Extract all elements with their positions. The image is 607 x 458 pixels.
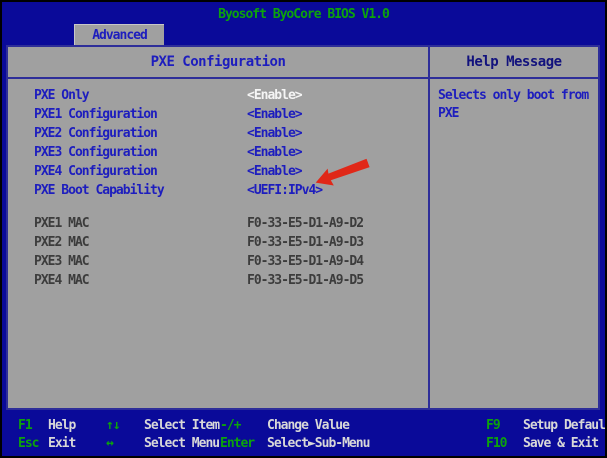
hotkey-label: Help xyxy=(48,418,75,433)
page-title: PXE Configuration xyxy=(8,47,428,79)
option-value[interactable]: <Enable> xyxy=(247,145,302,160)
hotkey-key: ↔ xyxy=(106,435,144,453)
hotkey-key: F10 xyxy=(486,435,523,453)
option-row[interactable]: PXE Only <Enable> xyxy=(8,88,428,107)
mac-row: PXE1 MAC F0-33-E5-D1-A9-D2 xyxy=(8,216,428,235)
option-label: PXE Only xyxy=(34,88,89,103)
option-label: PXE2 Configuration xyxy=(34,126,157,141)
bios-screen: Byosoft ByoCore BIOS V1.0 Advanced PXE C… xyxy=(0,0,607,458)
hotkey-hint: F1Help xyxy=(18,417,75,435)
option-label: PXE1 Configuration xyxy=(34,107,157,122)
mac-row: PXE3 MAC F0-33-E5-D1-A9-D4 xyxy=(8,254,428,273)
mac-address-list: PXE1 MAC F0-33-E5-D1-A9-D2 PXE2 MAC F0-3… xyxy=(8,216,428,292)
options-area: PXE Only <Enable> PXE1 Configuration <En… xyxy=(8,79,428,408)
option-value[interactable]: <UEFI:IPv4> xyxy=(247,183,322,198)
option-value[interactable]: <Enable> xyxy=(247,126,302,141)
option-value[interactable]: <Enable> xyxy=(247,164,302,179)
hotkey-hint: EnterSelect►Sub-Menu xyxy=(220,435,369,453)
tab-advanced[interactable]: Advanced xyxy=(74,24,164,45)
hotkey-hint: ↑↓Select Item xyxy=(106,417,219,435)
setup-panel: PXE Configuration Help Message PXE Only … xyxy=(6,45,600,410)
hotkey-key: F1 xyxy=(18,417,48,435)
mac-row: PXE4 MAC F0-33-E5-D1-A9-D5 xyxy=(8,273,428,292)
mac-label: PXE3 MAC xyxy=(34,254,89,269)
hotkey-hint: ↔Select Menu xyxy=(106,435,219,453)
hotkey-hint: F9Setup Defaults xyxy=(486,417,607,435)
hotkey-hint: -/+Change Value xyxy=(220,417,349,435)
mac-value: F0-33-E5-D1-A9-D2 xyxy=(247,216,363,231)
hotkey-hint: F10Save & Exit xyxy=(486,435,598,453)
mac-value: F0-33-E5-D1-A9-D3 xyxy=(247,235,363,250)
option-label: PXE4 Configuration xyxy=(34,164,157,179)
mac-label: PXE2 MAC xyxy=(34,235,89,250)
hotkey-label: Select Menu xyxy=(144,436,219,451)
hotkey-key: -/+ xyxy=(220,417,267,435)
hotkey-row-1: F1Help ↑↓Select Item -/+Change Value F9 S… xyxy=(4,417,603,435)
option-label: PXE3 Configuration xyxy=(34,145,157,160)
bios-title: Byosoft ByoCore BIOS V1.0 xyxy=(2,7,605,22)
hotkey-key: Esc xyxy=(18,435,48,453)
mac-row: PXE2 MAC F0-33-E5-D1-A9-D3 xyxy=(8,235,428,254)
option-value[interactable]: <Enable> xyxy=(247,107,302,122)
mac-value: F0-33-E5-D1-A9-D5 xyxy=(247,273,363,288)
help-message: Selects only boot from PXE xyxy=(428,79,598,408)
mac-label: PXE4 MAC xyxy=(34,273,89,288)
options-list: PXE Only <Enable> PXE1 Configuration <En… xyxy=(8,88,428,202)
hotkey-hint: EscExit xyxy=(18,435,75,453)
option-row[interactable]: PXE1 Configuration <Enable> xyxy=(8,107,428,126)
hotkey-label: Setup Defaults xyxy=(523,418,607,433)
hotkey-key: Enter xyxy=(220,435,267,453)
option-row[interactable]: PXE2 Configuration <Enable> xyxy=(8,126,428,145)
help-panel-title: Help Message xyxy=(428,47,598,79)
option-value[interactable]: <Enable> xyxy=(247,88,302,103)
hotkey-label: Select►Sub-Menu xyxy=(267,436,369,451)
hotkey-key: ↑↓ xyxy=(106,417,144,435)
mac-value: F0-33-E5-D1-A9-D4 xyxy=(247,254,363,269)
hotkey-row-2: EscExit ↔Select Menu EnterSelect►Sub-Men… xyxy=(4,435,603,453)
option-row[interactable]: PXE Boot Capability <UEFI:IPv4> xyxy=(8,183,428,202)
hotkey-label: Save & Exit xyxy=(523,436,598,451)
hotkey-label: Exit xyxy=(48,436,75,451)
hotkey-statusbar: F1Help ↑↓Select Item -/+Change Value F9S… xyxy=(4,415,603,453)
option-label: PXE Boot Capability xyxy=(34,183,164,198)
hotkey-key: F9 xyxy=(486,417,523,435)
hotkey-label: Select Item xyxy=(144,418,219,433)
hotkey-label: Change Value xyxy=(267,418,349,433)
mac-label: PXE1 MAC xyxy=(34,216,89,231)
